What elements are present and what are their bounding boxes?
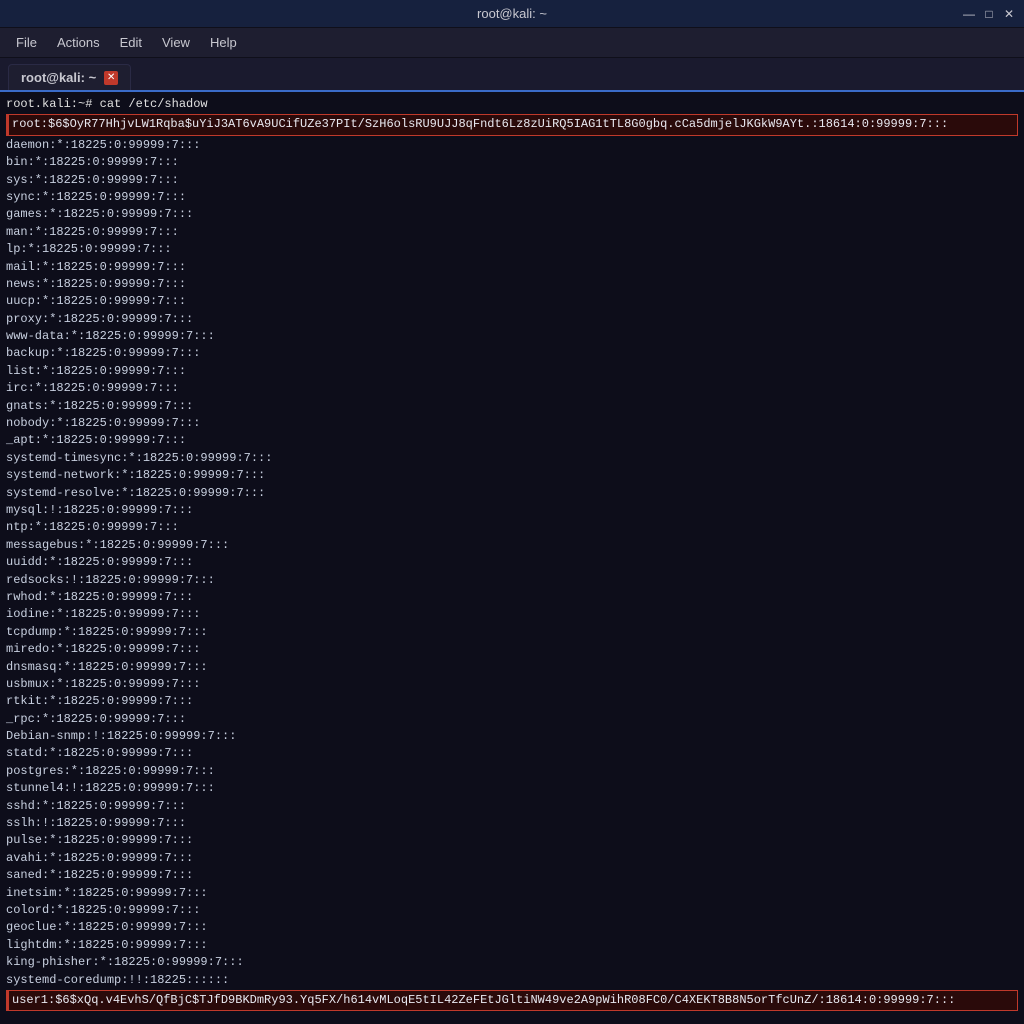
shadow-line: redsocks:!:18225:0:99999:7::: (6, 573, 215, 587)
minimize-button[interactable]: — (962, 7, 976, 21)
shadow-line: rtkit:*:18225:0:99999:7::: (6, 694, 193, 708)
menu-help[interactable]: Help (202, 33, 245, 52)
prompt-line: root.kali:~# cat /etc/shadow (6, 97, 208, 111)
shadow-line: pulse:*:18225:0:99999:7::: (6, 833, 193, 847)
shadow-line: Debian-snmp:!:18225:0:99999:7::: (6, 729, 236, 743)
shadow-line: nobody:*:18225:0:99999:7::: (6, 416, 200, 430)
shadow-line: tcpdump:*:18225:0:99999:7::: (6, 625, 208, 639)
shadow-line: news:*:18225:0:99999:7::: (6, 277, 186, 291)
shadow-line: messagebus:*:18225:0:99999:7::: (6, 538, 229, 552)
shadow-line: lightdm:*:18225:0:99999:7::: (6, 938, 208, 952)
shadow-line: stunnel4:!:18225:0:99999:7::: (6, 781, 215, 795)
shadow-line: colord:*:18225:0:99999:7::: (6, 903, 200, 917)
shadow-line: www-data:*:18225:0:99999:7::: (6, 329, 215, 343)
maximize-button[interactable]: □ (982, 7, 996, 21)
user-hash-lines: user1:$6$xQq.v4EvhS/QfBjC$TJfD9BKDmRy93.… (6, 990, 1018, 1024)
menu-bar: File Actions Edit View Help (0, 28, 1024, 58)
shadow-line: games:*:18225:0:99999:7::: (6, 207, 193, 221)
shadow-line: systemd-timesync:*:18225:0:99999:7::: (6, 451, 272, 465)
terminal-area[interactable]: root.kali:~# cat /etc/shadow root:$6$OyR… (0, 92, 1024, 1024)
shadow-line: bin:*:18225:0:99999:7::: (6, 155, 179, 169)
tab-close-button[interactable]: ✕ (104, 71, 118, 85)
shadow-lines: daemon:*:18225:0:99999:7:::bin:*:18225:0… (6, 137, 1018, 989)
shadow-line: _apt:*:18225:0:99999:7::: (6, 433, 186, 447)
shadow-line: man:*:18225:0:99999:7::: (6, 225, 179, 239)
shadow-line: backup:*:18225:0:99999:7::: (6, 346, 200, 360)
shadow-line: systemd-network:*:18225:0:99999:7::: (6, 468, 265, 482)
shadow-line: gnats:*:18225:0:99999:7::: (6, 399, 193, 413)
shadow-line: lp:*:18225:0:99999:7::: (6, 242, 172, 256)
shadow-line: list:*:18225:0:99999:7::: (6, 364, 186, 378)
shadow-line: saned:*:18225:0:99999:7::: (6, 868, 193, 882)
menu-edit[interactable]: Edit (112, 33, 150, 52)
shadow-line: statd:*:18225:0:99999:7::: (6, 746, 193, 760)
shadow-line: sshd:*:18225:0:99999:7::: (6, 799, 186, 813)
root-hash-line: root:$6$OyR77HhjvLW1Rqba$uYiJ3AT6vA9UCif… (6, 114, 1018, 135)
shadow-line: iodine:*:18225:0:99999:7::: (6, 607, 200, 621)
window-controls: — □ ✕ (962, 7, 1016, 21)
shadow-line: miredo:*:18225:0:99999:7::: (6, 642, 200, 656)
close-button[interactable]: ✕ (1002, 7, 1016, 21)
menu-actions[interactable]: Actions (49, 33, 108, 52)
shadow-line: avahi:*:18225:0:99999:7::: (6, 851, 193, 865)
shadow-line: sys:*:18225:0:99999:7::: (6, 173, 179, 187)
shadow-line: uuidd:*:18225:0:99999:7::: (6, 555, 193, 569)
shadow-line: systemd-resolve:*:18225:0:99999:7::: (6, 486, 265, 500)
shadow-line: mail:*:18225:0:99999:7::: (6, 260, 186, 274)
shadow-line: ntp:*:18225:0:99999:7::: (6, 520, 179, 534)
shadow-line: irc:*:18225:0:99999:7::: (6, 381, 179, 395)
terminal-tab[interactable]: root@kali: ~ ✕ (8, 64, 131, 90)
shadow-line: king-phisher:*:18225:0:99999:7::: (6, 955, 244, 969)
title-bar: root@kali: ~ — □ ✕ (0, 0, 1024, 28)
user-hash-line-1: user1:$6$xQq.v4EvhS/QfBjC$TJfD9BKDmRy93.… (6, 990, 1018, 1011)
shadow-line: postgres:*:18225:0:99999:7::: (6, 764, 215, 778)
shadow-line: systemd-coredump:!!:18225:::::: (6, 973, 229, 987)
shadow-line: uucp:*:18225:0:99999:7::: (6, 294, 186, 308)
shadow-line: inetsim:*:18225:0:99999:7::: (6, 886, 208, 900)
shadow-line: rwhod:*:18225:0:99999:7::: (6, 590, 193, 604)
tab-label: root@kali: ~ (21, 70, 96, 85)
shadow-line: _rpc:*:18225:0:99999:7::: (6, 712, 186, 726)
shadow-line: daemon:*:18225:0:99999:7::: (6, 138, 200, 152)
shadow-line: sslh:!:18225:0:99999:7::: (6, 816, 186, 830)
shadow-line: dnsmasq:*:18225:0:99999:7::: (6, 660, 208, 674)
shadow-line: proxy:*:18225:0:99999:7::: (6, 312, 193, 326)
shadow-line: geoclue:*:18225:0:99999:7::: (6, 920, 208, 934)
shadow-line: usbmux:*:18225:0:99999:7::: (6, 677, 200, 691)
menu-view[interactable]: View (154, 33, 198, 52)
shadow-line: sync:*:18225:0:99999:7::: (6, 190, 186, 204)
tab-bar: root@kali: ~ ✕ (0, 58, 1024, 92)
window-title: root@kali: ~ (477, 6, 547, 21)
menu-file[interactable]: File (8, 33, 45, 52)
shadow-line: mysql:!:18225:0:99999:7::: (6, 503, 193, 517)
